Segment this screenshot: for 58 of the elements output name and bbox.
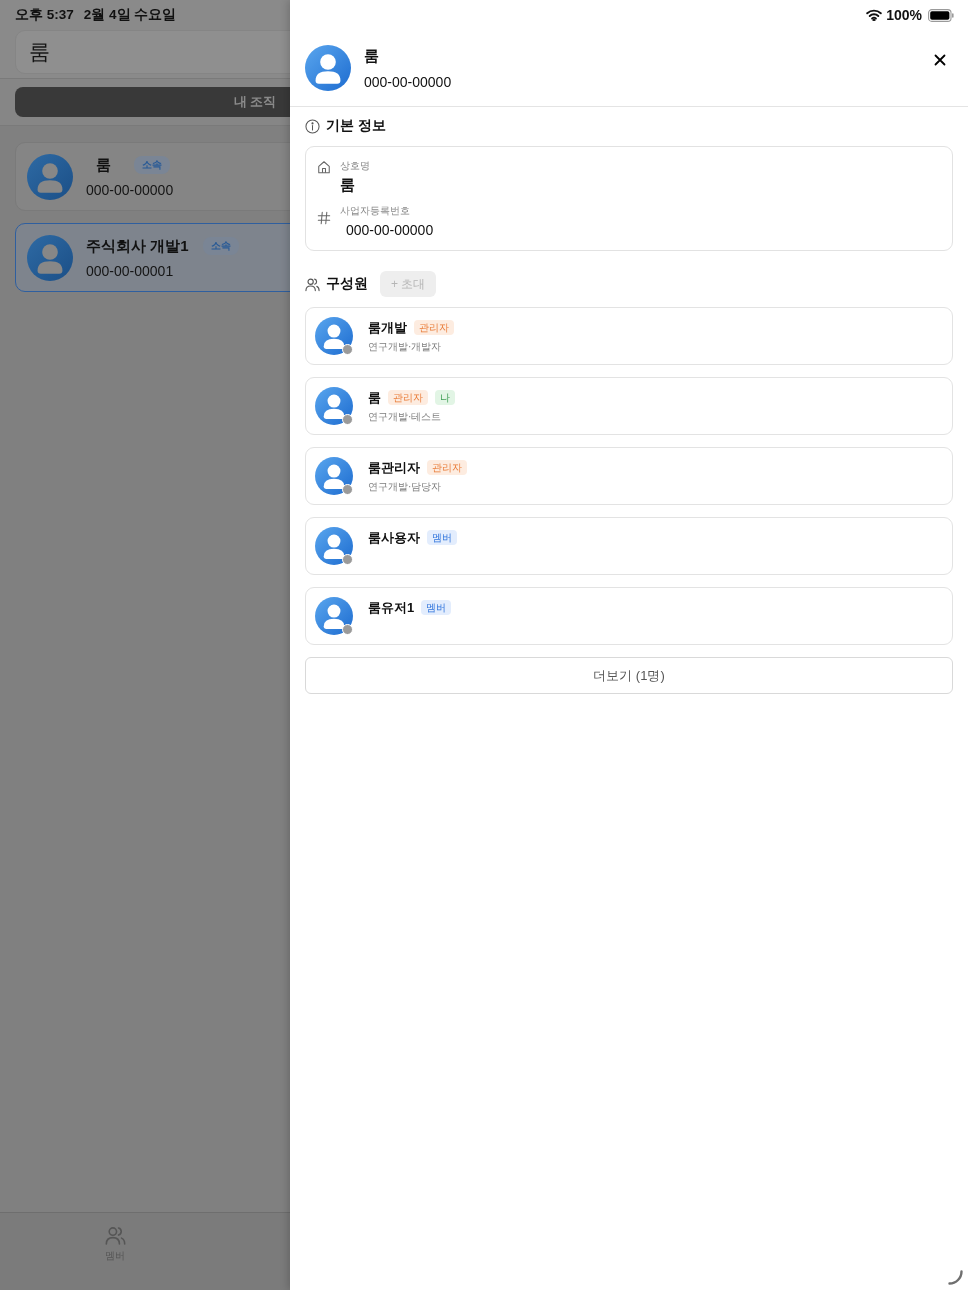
member-card[interactable]: 룸사용자 멤버 bbox=[305, 517, 953, 575]
info-icon bbox=[305, 118, 320, 134]
battery-percent: 100% bbox=[886, 7, 922, 23]
role-badge: 나 bbox=[435, 390, 455, 405]
section-title: 구성원 bbox=[326, 275, 368, 293]
organization-name: 룸 bbox=[364, 46, 380, 66]
member-department: 연구개발·담당자 bbox=[368, 480, 443, 493]
registration-number: 000-00-00001 bbox=[86, 262, 175, 279]
avatar-icon bbox=[315, 597, 353, 635]
organization-card[interactable]: 룸 소속 000-00-00000 bbox=[15, 142, 290, 211]
page-title: 룸 bbox=[29, 39, 50, 65]
people-icon bbox=[104, 1225, 126, 1246]
member-card[interactable]: 룸유저1 멤버 bbox=[305, 587, 953, 645]
wifi-icon bbox=[866, 9, 883, 21]
organization-name: 룸 bbox=[94, 155, 112, 175]
section-title: 기본 정보 bbox=[326, 117, 386, 135]
home-icon bbox=[317, 160, 331, 174]
registration-number: 000-00-00000 bbox=[86, 181, 174, 198]
avatar-icon bbox=[315, 457, 353, 495]
battery-icon bbox=[928, 8, 954, 22]
avatar-icon bbox=[27, 153, 73, 200]
role-badge: 멤버 bbox=[421, 600, 452, 615]
avatar-icon bbox=[315, 317, 353, 355]
member-department: 연구개발·테스트 bbox=[368, 410, 443, 423]
membership-badge: 소속 bbox=[134, 156, 170, 174]
member-name: 룸사용자 bbox=[368, 528, 420, 547]
close-button[interactable] bbox=[933, 53, 946, 66]
field-value: 룸 bbox=[340, 175, 356, 195]
field-value: 000-00-00000 bbox=[345, 221, 434, 240]
avatar-icon bbox=[315, 387, 353, 425]
avatar-icon bbox=[27, 234, 73, 281]
field-label: 상호명 bbox=[340, 159, 370, 172]
load-more-button[interactable]: 더보기 (1명) bbox=[305, 657, 953, 694]
spinner-icon bbox=[948, 1270, 963, 1285]
field-label: 사업자등록번호 bbox=[340, 204, 411, 217]
role-badge: 멤버 bbox=[427, 530, 457, 545]
member-card[interactable]: 룸개발 관리자 연구개발·개발자 bbox=[305, 307, 953, 365]
status-time: 오후 5:37 bbox=[15, 6, 74, 24]
people-icon bbox=[305, 276, 320, 292]
member-name: 룸관리자 bbox=[368, 458, 420, 477]
organization-name: 주식회사 개발1 bbox=[86, 236, 189, 256]
role-badge: 관리자 bbox=[427, 460, 467, 475]
avatar-icon bbox=[305, 45, 351, 91]
hash-icon bbox=[317, 211, 331, 225]
member-card[interactable]: 룸 관리자 나 연구개발·테스트 bbox=[305, 377, 953, 435]
organization-card[interactable]: 주식회사 개발1 소속 000-00-00001 bbox=[15, 223, 290, 292]
member-name: 룸유저1 bbox=[368, 598, 415, 617]
member-card[interactable]: 룸관리자 관리자 연구개발·담당자 bbox=[305, 447, 953, 505]
registration-number: 000-00-00000 bbox=[364, 73, 453, 90]
member-name: 룸 bbox=[368, 388, 381, 407]
role-badge: 관리자 bbox=[388, 390, 428, 405]
close-icon bbox=[933, 53, 946, 66]
status-date: 2월 4일 수요일 bbox=[83, 6, 177, 24]
avatar-icon bbox=[315, 527, 353, 565]
role-badge: 관리자 bbox=[414, 320, 454, 335]
member-name: 룸개발 bbox=[368, 318, 407, 337]
member-department: 연구개발·개발자 bbox=[368, 340, 443, 353]
membership-badge: 소속 bbox=[202, 237, 239, 255]
